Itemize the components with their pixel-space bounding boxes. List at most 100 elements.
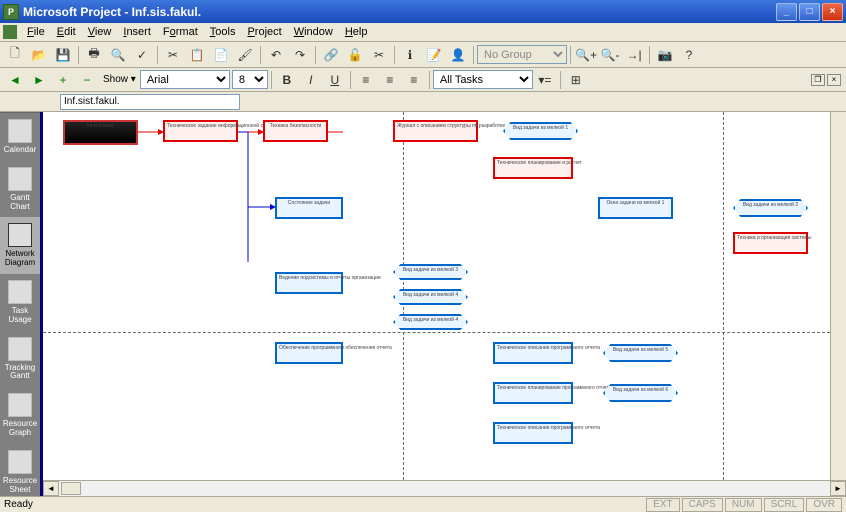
view-network-diagram[interactable]: Network Diagram	[0, 217, 40, 274]
node-task[interactable]: Журнал с описанием структуры по разработ…	[393, 120, 478, 142]
node-task[interactable]: Техническое описание программного отчета	[493, 422, 573, 444]
cut-button[interactable]: ✂	[162, 44, 184, 66]
vertical-scrollbar[interactable]	[830, 112, 846, 480]
view-bar: Calendar Gantt Chart Network Diagram Tas…	[0, 112, 40, 496]
underline-button[interactable]: U	[324, 69, 346, 91]
paste-button[interactable]: 📄	[210, 44, 232, 66]
task-usage-icon	[8, 280, 32, 304]
close-button[interactable]: ×	[822, 3, 843, 21]
diagram-canvas-wrap: Inf.sist.fakul. Техническое задание инфо…	[40, 112, 846, 496]
control-icon[interactable]	[3, 25, 17, 39]
menu-tools[interactable]: Tools	[204, 24, 242, 40]
group-combo[interactable]: No Group	[477, 45, 567, 64]
node-task[interactable]: Техника и организация системы	[733, 232, 808, 254]
node-milestone[interactable]: Вид задачи из мелкой 6	[603, 384, 678, 402]
redo-button[interactable]: ↷	[289, 44, 311, 66]
entry-field[interactable]: Inf.sist.fakul.	[60, 94, 240, 110]
menu-insert[interactable]: Insert	[117, 24, 157, 40]
view-tracking-gantt[interactable]: Tracking Gantt	[0, 331, 40, 388]
align-right-button[interactable]: ≡	[403, 69, 425, 91]
node-milestone[interactable]: Вид задачи из мелкой 5	[603, 344, 678, 362]
toolbar-formatting: ◄ ► + − Show ▾ Arial 8 B I U ≡ ≡ ≡ All T…	[0, 68, 846, 92]
align-center-button[interactable]: ≡	[379, 69, 401, 91]
node-task[interactable]: Техническое планирование и расчет	[493, 157, 573, 179]
node-task[interactable]: Техника безопасности	[263, 120, 328, 142]
copy-picture-button[interactable]: 📷	[654, 44, 676, 66]
status-num: NUM	[725, 498, 762, 512]
scroll-right-button[interactable]: ►	[830, 481, 846, 496]
node-summary[interactable]: Inf.sist.fakul.	[63, 120, 138, 145]
node-task[interactable]: Состояние задачи	[275, 197, 343, 219]
statusbar: Ready EXT CAPS NUM SCRL OVR	[0, 496, 846, 512]
menu-view[interactable]: View	[82, 24, 118, 40]
save-button[interactable]: 💾	[52, 44, 74, 66]
align-left-button[interactable]: ≡	[355, 69, 377, 91]
titlebar: P Microsoft Project - Inf.sis.fakul. _ □…	[0, 0, 846, 23]
back-button[interactable]: ◄	[4, 69, 26, 91]
node-milestone[interactable]: Вид задачи из мелкой 1	[503, 122, 578, 140]
outdent-button[interactable]: +	[52, 69, 74, 91]
format-painter-button[interactable]: 🖌	[234, 44, 256, 66]
diagram-canvas[interactable]: Inf.sist.fakul. Техническое задание инфо…	[43, 112, 846, 496]
node-milestone[interactable]: Вид задачи из мелкой 3	[393, 264, 468, 280]
unlink-button[interactable]: 🔓	[344, 44, 366, 66]
menu-format[interactable]: Format	[157, 24, 204, 40]
split-button[interactable]: ✂	[368, 44, 390, 66]
zoom-in-button[interactable]: 🔍+	[575, 44, 597, 66]
open-button[interactable]: 📂	[28, 44, 50, 66]
page-break-horizontal	[43, 332, 830, 333]
bold-button[interactable]: B	[276, 69, 298, 91]
minimize-button[interactable]: _	[776, 3, 797, 21]
help-button[interactable]: ?	[678, 44, 700, 66]
view-calendar[interactable]: Calendar	[0, 113, 40, 161]
notes-button[interactable]: 📝	[423, 44, 445, 66]
doc-restore-button[interactable]: ❐	[811, 74, 825, 86]
assign-button[interactable]: 👤	[447, 44, 469, 66]
menu-file[interactable]: FFileile	[21, 24, 51, 40]
view-resource-graph[interactable]: Resource Graph	[0, 387, 40, 444]
menu-window[interactable]: Window	[288, 24, 339, 40]
goto-button[interactable]: →|	[623, 44, 645, 66]
link-button[interactable]: 🔗	[320, 44, 342, 66]
menu-help[interactable]: Help	[339, 24, 374, 40]
view-task-usage[interactable]: Task Usage	[0, 274, 40, 331]
filter-combo[interactable]: All Tasks	[433, 70, 533, 89]
res-graph-icon	[8, 393, 32, 417]
view-resource-sheet[interactable]: Resource Sheet	[0, 444, 40, 496]
maximize-button[interactable]: □	[799, 3, 820, 21]
info-button[interactable]: ℹ	[399, 44, 421, 66]
indent-button[interactable]: −	[76, 69, 98, 91]
horizontal-scrollbar[interactable]: ◄ ►	[43, 480, 846, 496]
status-ready: Ready	[4, 499, 644, 510]
node-milestone[interactable]: Вид задачи из мелкой 4	[393, 314, 468, 330]
doc-close-button[interactable]: ×	[827, 74, 841, 86]
node-task[interactable]: Техническое описание программного отчета	[493, 342, 573, 364]
node-task[interactable]: Техническое планирование программного от…	[493, 382, 573, 404]
menu-edit[interactable]: Edit	[51, 24, 82, 40]
font-combo[interactable]: Arial	[140, 70, 230, 89]
status-ext: EXT	[646, 498, 679, 512]
scroll-left-button[interactable]: ◄	[43, 481, 59, 496]
node-milestone[interactable]: Вид задачи из мелкой 4	[393, 289, 468, 305]
entry-bar: Inf.sist.fakul.	[0, 92, 846, 112]
copy-button[interactable]: 📋	[186, 44, 208, 66]
menu-project[interactable]: Project	[241, 24, 287, 40]
autofilter-button[interactable]: ▾=	[534, 69, 556, 91]
layout-button[interactable]: ⊞	[565, 69, 587, 91]
size-combo[interactable]: 8	[232, 70, 268, 89]
node-task[interactable]: Окна задачи из мелкой 1	[598, 197, 673, 219]
node-task[interactable]: Ведение подсистемы и отчеты организации	[275, 272, 343, 294]
forward-button[interactable]: ►	[28, 69, 50, 91]
node-task[interactable]: Обеспечение программного обеспечения отч…	[275, 342, 343, 364]
node-task[interactable]: Техническое задание информационной систе…	[163, 120, 238, 142]
spelling-button[interactable]: ✓	[131, 44, 153, 66]
print-button[interactable]: 🖶	[83, 44, 105, 66]
new-button[interactable]: 🗋	[4, 44, 26, 66]
zoom-out-button[interactable]: 🔍-	[599, 44, 621, 66]
scroll-thumb[interactable]	[61, 482, 81, 495]
undo-button[interactable]: ↶	[265, 44, 287, 66]
view-gantt[interactable]: Gantt Chart	[0, 161, 40, 218]
italic-button[interactable]: I	[300, 69, 322, 91]
node-milestone[interactable]: Вид задачи из мелкой 2	[733, 199, 808, 217]
print-preview-button[interactable]: 🔍	[107, 44, 129, 66]
